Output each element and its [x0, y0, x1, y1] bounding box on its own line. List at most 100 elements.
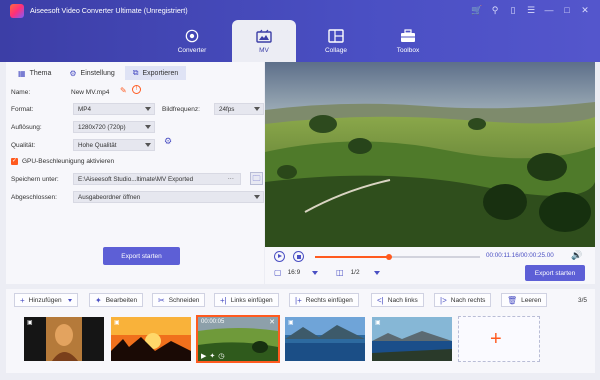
move-left-button[interactable]: <| Nach links [371, 293, 424, 307]
clip-thumbnail-active[interactable]: 00:00:05 ✕ ▶✦◷ [196, 315, 280, 363]
save-path-field[interactable]: E:\Aiseesoft Studio...ltimate\MV Exporte… [73, 173, 241, 185]
name-label: Name: [11, 88, 31, 96]
clip-thumbnail[interactable]: ▣ [372, 317, 452, 361]
chat-icon[interactable]: ▯ [504, 3, 522, 17]
edit-button[interactable]: ✦ Bearbeiten [89, 293, 144, 307]
image-icon: ▣ [114, 320, 120, 326]
export-start-button-secondary[interactable]: Export starten [525, 265, 585, 281]
tab-thema[interactable]: ▦ Thema [10, 66, 59, 80]
export-icon: ⧉ [132, 68, 139, 77]
menu-icon[interactable]: ☰ [522, 3, 540, 17]
tab-einstellung[interactable]: ⚙ Einstellung [61, 66, 122, 80]
chevron-down-icon [67, 298, 72, 302]
maximize-icon[interactable]: □ [558, 3, 576, 17]
clip-actions-icons[interactable]: ▶✦◷ [201, 352, 227, 360]
folder-icon[interactable]: 🗀 [250, 172, 263, 185]
gpu-label: GPU-Beschleunigung aktivieren [22, 157, 115, 165]
add-button[interactable]: + Hinzufügen [14, 293, 78, 307]
tab-converter-label: Converter [177, 46, 207, 54]
cut-button[interactable]: ✂ Schneiden [152, 293, 206, 307]
mountain-lake-scene-image [372, 317, 452, 361]
move-right-icon: |> [440, 295, 447, 305]
tab-toolbox-label: Toolbox [396, 46, 420, 54]
window-controls: 🛒 ⚲ ▯ ☰ — □ ✕ [468, 3, 594, 17]
export-panel: ▦ Thema ⚙ Einstellung ⧉ Exportieren Name: N… [6, 62, 264, 284]
insert-right-button[interactable]: |+ Rechts einfügen [289, 293, 359, 307]
save-label: Speichern unter: [11, 175, 59, 183]
quality-settings-icon[interactable]: ⚙ [164, 136, 172, 147]
tab-toolbox[interactable]: Toolbox [376, 20, 440, 62]
progress-handle[interactable] [386, 254, 393, 260]
clip-thumbnail[interactable]: ▣ [285, 317, 365, 361]
chevron-down-icon [373, 270, 380, 275]
aspect-ratio-select[interactable]: ▢ 16:9 [274, 268, 319, 277]
name-value: New MV.mp4 [71, 88, 110, 96]
scissors-icon: ✂ [158, 295, 165, 305]
resolution-select[interactable]: 1280x720 (720p) [73, 121, 155, 133]
gear-icon: ⚙ [69, 68, 77, 78]
gpu-row: ✓ GPU-Beschleunigung aktivieren [11, 156, 261, 166]
clear-label: Leeren [521, 296, 542, 304]
edit-icon: ✦ [95, 295, 102, 305]
close-icon[interactable]: ✕ [269, 318, 275, 326]
move-right-button[interactable]: |> Nach rechts [434, 293, 492, 307]
format-value: MP4 [78, 105, 91, 113]
tab-exportieren-label: Exportieren [142, 69, 179, 77]
browse-more-button[interactable]: ··· [228, 175, 234, 182]
add-clip-tile[interactable]: + [458, 316, 540, 362]
done-value: Ausgabeordner öffnen [78, 193, 141, 201]
format-label: Format: [11, 105, 34, 113]
theme-icon: ▦ [18, 68, 26, 78]
page-select[interactable]: ◫ 1/2 [336, 268, 380, 277]
tab-thema-label: Thema [29, 69, 52, 77]
cart-icon[interactable]: 🛒 [468, 3, 486, 17]
converter-icon [185, 29, 199, 42]
stop-button[interactable] [293, 251, 304, 262]
toolbox-icon [401, 28, 415, 42]
sunset-scene-image [111, 317, 191, 361]
tab-einstellung-label: Einstellung [80, 69, 115, 77]
gpu-checkbox[interactable]: ✓ [11, 157, 18, 165]
minimize-icon[interactable]: — [540, 3, 558, 17]
close-icon[interactable]: ✕ [576, 3, 594, 17]
portrait-scene-image [24, 317, 104, 361]
quality-value: Hohe Qualität [78, 141, 117, 149]
insert-left-button[interactable]: +| Links einfügen [214, 293, 279, 307]
done-select[interactable]: Ausgabeordner öffnen [73, 191, 264, 203]
format-select[interactable]: MP4 [73, 103, 155, 115]
resolution-label: Auflösung: [11, 123, 42, 131]
move-left-icon: <| [377, 295, 384, 305]
insert-left-icon: +| [220, 295, 227, 305]
play-button[interactable] [274, 251, 285, 262]
volume-icon[interactable]: 🔊 [571, 250, 582, 261]
image-icon: ▣ [375, 320, 381, 326]
app-logo [10, 4, 24, 18]
add-label: Hinzufügen [28, 296, 62, 304]
info-icon[interactable]: ! [132, 85, 141, 94]
progress-slider[interactable] [315, 254, 480, 260]
tab-collage[interactable]: Collage [304, 20, 368, 62]
export-start-button[interactable]: Export starten [103, 247, 180, 265]
top-header: Aiseesoft Video Converter Ultimate (Unre… [0, 0, 600, 62]
tab-mv[interactable]: MV [232, 20, 296, 62]
tab-converter[interactable]: Converter [160, 20, 224, 62]
clip-thumbnail[interactable]: ▣ [24, 317, 104, 361]
save-path-value: E:\Aiseesoft Studio...ltimate\MV Exporte… [78, 175, 194, 183]
monitor-icon: ◫ [336, 268, 344, 277]
framerate-value: 24fps [219, 105, 235, 113]
image-icon: ▣ [27, 320, 33, 326]
quality-select[interactable]: Hohe Qualität [73, 139, 155, 151]
format-row: Format: MP4 Bildfrequenz: 24fps [11, 103, 264, 115]
chevron-down-icon [145, 107, 151, 111]
clip-thumbnail[interactable]: ▣ [111, 317, 191, 361]
tab-mv-label: MV [259, 46, 269, 54]
insert-right-label: Rechts einfügen [305, 296, 353, 304]
framerate-select[interactable]: 24fps [214, 103, 264, 115]
trash-icon: 🗑 [507, 295, 518, 305]
aspect-ratio-icon: ▢ [274, 268, 282, 277]
plus-icon: + [490, 328, 502, 350]
clear-button[interactable]: 🗑 Leeren [501, 293, 548, 307]
tab-exportieren[interactable]: ⧉ Exportieren [124, 66, 187, 80]
key-icon[interactable]: ⚲ [486, 3, 504, 17]
edit-name-icon[interactable]: ✎ [120, 86, 127, 95]
